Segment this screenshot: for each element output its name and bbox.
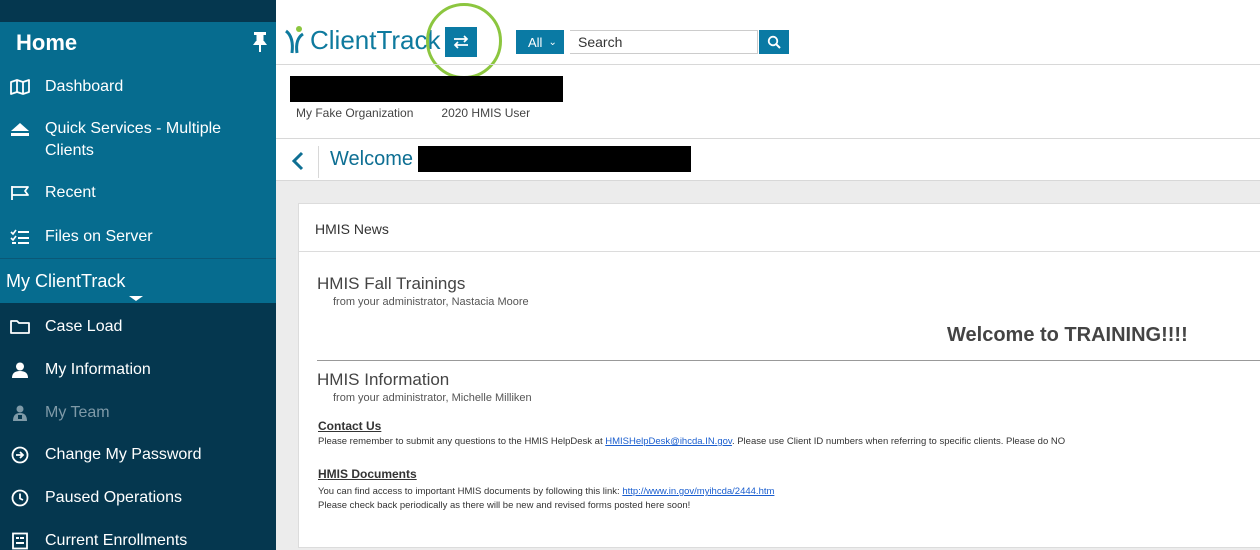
- news-item-author: from your administrator, Nastacia Moore: [333, 296, 529, 308]
- sidebar-item-case-load[interactable]: Case Load: [0, 318, 276, 338]
- search-icon: [767, 35, 781, 49]
- welcome-banner: Welcome to TRAINING!!!!: [947, 324, 1188, 346]
- sidebar-item-current-enrollments[interactable]: Current Enrollments: [0, 532, 276, 550]
- divider: [276, 138, 1260, 139]
- page-title: Welcome: [330, 148, 413, 170]
- home-nav-group: Dashboard Quick Services - Multiple Clie…: [0, 64, 276, 259]
- documents-text-before: You can find access to important HMIS do…: [318, 486, 623, 497]
- news-item-title: HMIS Information: [317, 370, 450, 389]
- sidebar-item-label: Current Enrollments: [45, 532, 188, 549]
- news-item-author: from your administrator, Michelle Millik…: [333, 392, 532, 404]
- divider: [317, 360, 1260, 361]
- sidebar-item-quick-services[interactable]: Quick Services - Multiple Clients: [0, 120, 276, 162]
- chevron-left-icon[interactable]: [290, 150, 306, 172]
- sidebar-item-recent[interactable]: Recent: [0, 184, 276, 204]
- sidebar-item-change-password[interactable]: Change My Password: [0, 446, 276, 466]
- map-icon: [10, 78, 30, 96]
- sidebar-item-label: My Information: [45, 361, 151, 378]
- clock-icon: [10, 489, 30, 507]
- chevron-down-icon: ⌄: [548, 36, 557, 48]
- sidebar-item-my-team: My Team: [0, 404, 276, 424]
- sidebar-item-label: Change My Password: [45, 446, 202, 463]
- hmis-documents-heading: HMIS Documents: [318, 467, 417, 481]
- eject-icon: [10, 120, 30, 138]
- logo-mark-icon: [285, 26, 304, 54]
- folder-icon: [10, 318, 30, 336]
- search-scope-value: All: [528, 34, 543, 50]
- flag-icon: [10, 184, 30, 202]
- team-icon: [10, 404, 30, 422]
- panel-header: HMIS News: [299, 204, 1260, 252]
- sidebar-item-label: Paused Operations: [45, 489, 182, 506]
- circle-arrow-right-icon: [10, 446, 30, 464]
- sidebar-item-label: My Team: [45, 404, 110, 421]
- documents-text: You can find access to important HMIS do…: [318, 486, 774, 497]
- hmis-news-panel: HMIS News HMIS Fall Trainings from your …: [298, 203, 1260, 548]
- sidebar-title: Home: [16, 30, 78, 55]
- search-scope-select[interactable]: All ⌄: [516, 30, 564, 54]
- user-role: 2020 HMIS User: [441, 106, 531, 120]
- contact-text-before: Please remember to submit any questions …: [318, 436, 606, 447]
- highlight-circle: [426, 3, 502, 79]
- clienttrack-logo[interactable]: ClientTrack: [284, 20, 441, 60]
- search-button[interactable]: [759, 30, 789, 54]
- redacted-name-block: [290, 76, 563, 102]
- clipboard-icon: [10, 532, 30, 550]
- sidebar-item-label: Dashboard: [45, 78, 124, 95]
- documents-link[interactable]: http://www.in.gov/myihcda/2444.htm: [622, 486, 774, 497]
- caret-down-icon: [129, 296, 143, 301]
- contact-us-text: Please remember to submit any questions …: [318, 436, 1065, 447]
- helpdesk-email-link[interactable]: HMISHelpDesk@ihcda.IN.gov: [605, 436, 732, 447]
- news-item-title: HMIS Fall Trainings: [317, 274, 466, 293]
- sidebar-item-label: Recent: [45, 184, 96, 201]
- sidebar-item-files-on-server[interactable]: Files on Server: [0, 228, 276, 248]
- redacted-username-block: [418, 146, 691, 172]
- brand-name: ClientTrack: [310, 24, 441, 55]
- list-check-icon: [10, 228, 30, 246]
- organization-name: My Fake Organization: [296, 106, 414, 120]
- sidebar-item-label: Files on Server: [45, 228, 153, 245]
- organization-info: My Fake Organization 2020 HMIS User: [296, 106, 530, 120]
- sidebar-item-paused-operations[interactable]: Paused Operations: [0, 489, 276, 509]
- contact-text-after: . Please use Client ID numbers when refe…: [731, 436, 1066, 447]
- user-icon: [10, 361, 30, 379]
- panel-title: HMIS News: [315, 221, 389, 237]
- sidebar-item-label: Quick Services - Multiple Clients: [45, 120, 222, 159]
- sidebar: Home Dashboard Quick Services - Multiple…: [0, 0, 276, 550]
- my-clienttrack-section[interactable]: My ClientTrack: [0, 259, 276, 303]
- divider: [318, 146, 319, 178]
- sidebar-header: Home: [0, 22, 276, 64]
- pin-icon[interactable]: [252, 31, 268, 53]
- sidebar-item-label: Case Load: [45, 318, 123, 335]
- sidebar-item-my-information[interactable]: My Information: [0, 361, 276, 381]
- documents-text-line2: Please check back periodically as there …: [318, 500, 691, 511]
- contact-us-heading: Contact Us: [318, 419, 382, 433]
- sidebar-item-dashboard[interactable]: Dashboard: [0, 78, 276, 98]
- divider: [276, 64, 1260, 65]
- search-input[interactable]: [570, 30, 758, 54]
- section-title: My ClientTrack: [6, 271, 126, 291]
